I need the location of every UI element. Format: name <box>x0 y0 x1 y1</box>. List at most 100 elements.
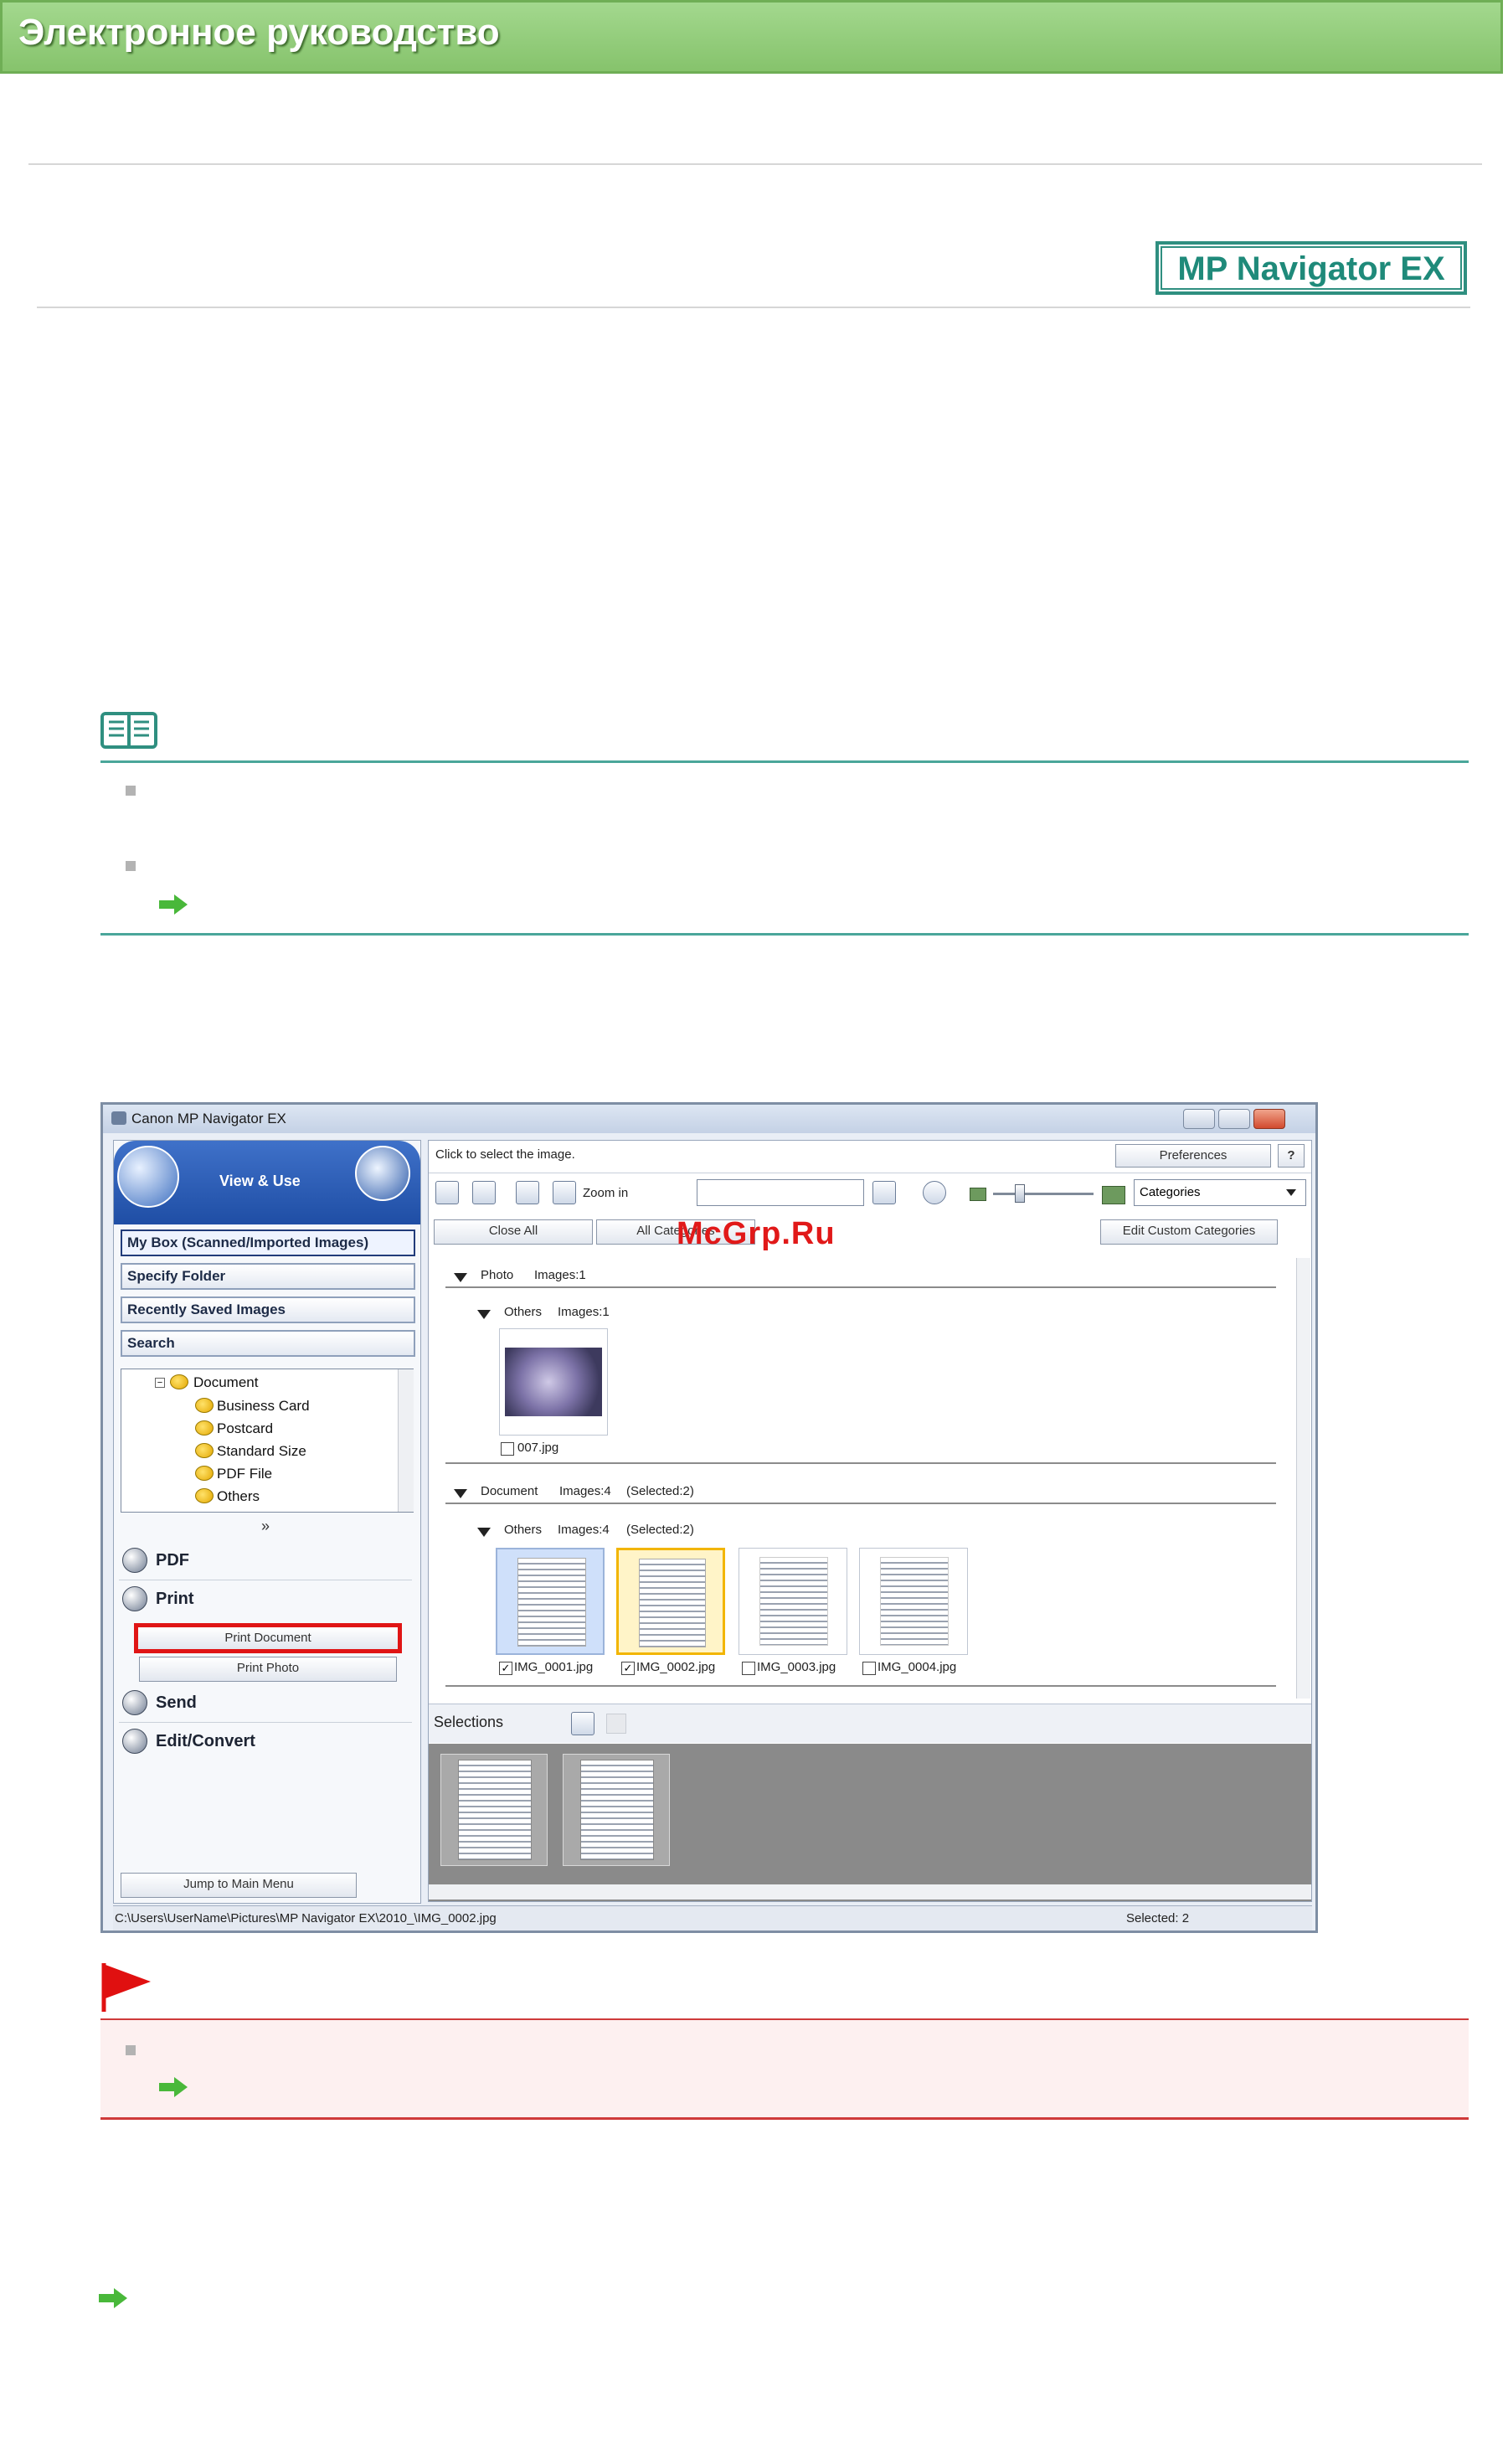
tree-item-postcard[interactable]: Postcard <box>217 1420 273 1437</box>
zoom-in-label[interactable]: Zoom in <box>583 1186 628 1200</box>
tree-item-pdf-file[interactable]: PDF File <box>217 1466 272 1482</box>
print-photo-button[interactable]: Print Photo <box>139 1657 397 1682</box>
document-thumbnail-3[interactable] <box>739 1548 847 1655</box>
collapse-icon[interactable]: − <box>155 1378 165 1388</box>
preferences-label: Preferences <box>1159 1148 1228 1162</box>
menu-pdf[interactable]: PDF <box>156 1551 189 1570</box>
subgroup-others-count: Images:1 <box>558 1305 610 1319</box>
subgroup-others-label: Others <box>504 1523 543 1537</box>
tab-my-box[interactable]: My Box (Scanned/Imported Images) <box>121 1229 415 1256</box>
bullet-icon <box>126 786 136 796</box>
divider <box>28 163 1482 165</box>
collapse-triangle-icon[interactable] <box>454 1273 467 1282</box>
size-slider-handle[interactable] <box>1015 1184 1025 1203</box>
subgroup-others-label: Others <box>504 1305 543 1319</box>
selections-tray <box>429 1744 1311 1901</box>
minimize-button[interactable] <box>1183 1109 1215 1129</box>
document-thumbnail-4[interactable] <box>859 1548 968 1655</box>
collapse-triangle-icon[interactable] <box>454 1489 467 1498</box>
grid-view-icon[interactable] <box>571 1712 594 1735</box>
collapse-triangle-icon[interactable] <box>477 1528 491 1537</box>
thumbnails-scrollbar[interactable] <box>1296 1258 1310 1699</box>
jump-to-main-menu-button[interactable]: Jump to Main Menu <box>121 1873 357 1898</box>
bullet-icon <box>126 861 136 871</box>
selected-thumbnail-1[interactable] <box>440 1754 548 1866</box>
caution-bottom-line <box>100 2117 1469 2120</box>
arrow-right-icon[interactable] <box>99 2288 129 2308</box>
menu-print[interactable]: Print <box>156 1590 194 1609</box>
document-thumbnail-1[interactable] <box>496 1548 605 1655</box>
print-document-button[interactable]: Print Document <box>134 1623 402 1653</box>
tab-specify-folder[interactable]: Specify Folder <box>121 1263 415 1290</box>
refresh-icon[interactable] <box>923 1181 946 1204</box>
close-button[interactable] <box>1253 1109 1285 1129</box>
photo-filename: 007.jpg <box>517 1441 559 1455</box>
divider <box>37 307 1470 308</box>
document-checkbox-1[interactable]: ✓ <box>499 1662 512 1675</box>
document-filename-1: IMG_0001.jpg <box>514 1660 594 1674</box>
bullet-icon <box>126 2045 136 2055</box>
collapse-triangle-icon[interactable] <box>477 1310 491 1319</box>
arrow-right-icon[interactable] <box>159 894 189 915</box>
search-icon[interactable] <box>872 1181 896 1204</box>
single-view-icon[interactable] <box>606 1714 626 1734</box>
menu-send[interactable]: Send <box>156 1693 197 1713</box>
tree-item-standard-size[interactable]: Standard Size <box>217 1443 306 1460</box>
status-path: C:\Users\UserName\Pictures\MP Navigator … <box>115 1911 497 1925</box>
photo-thumbnail[interactable] <box>499 1328 608 1436</box>
document-filename-3: IMG_0003.jpg <box>757 1660 836 1674</box>
categories-select[interactable]: Categories <box>1134 1179 1306 1206</box>
divider <box>445 1462 1276 1464</box>
document-checkbox-4[interactable] <box>862 1662 876 1675</box>
photo-checkbox[interactable] <box>501 1442 514 1456</box>
grid-view-icon[interactable] <box>472 1181 496 1204</box>
zoom-in-icon[interactable] <box>553 1181 576 1204</box>
edit-custom-categories-button[interactable]: Edit Custom Categories <box>1100 1219 1278 1245</box>
mode-label: View & Use <box>219 1173 301 1189</box>
close-all-button[interactable]: Close All <box>434 1219 593 1245</box>
divider <box>445 1286 1276 1288</box>
note-bottom-line <box>100 933 1469 936</box>
document-checkbox-2[interactable]: ✓ <box>621 1662 635 1675</box>
scanner-icon <box>117 1146 179 1208</box>
product-badge-label: MP Navigator EX <box>1161 246 1462 290</box>
arrow-right-icon[interactable] <box>159 2077 189 2097</box>
expand-chevron-icon[interactable]: » <box>261 1518 270 1535</box>
hint-text: Click to select the image. <box>435 1147 575 1162</box>
tray-scrollbar[interactable] <box>429 1884 1311 1900</box>
selected-thumbnail-2[interactable] <box>563 1754 670 1866</box>
edit-icon <box>122 1729 147 1754</box>
tab-recently-saved[interactable]: Recently Saved Images <box>121 1296 415 1323</box>
document-page-preview <box>639 1559 706 1647</box>
menu-edit-convert[interactable]: Edit/Convert <box>156 1732 255 1751</box>
help-button[interactable]: ? <box>1278 1144 1305 1168</box>
caution-flag-icon <box>101 1963 151 2012</box>
selections-bar <box>429 1704 1311 1743</box>
thumbnail-view-icon[interactable] <box>435 1181 459 1204</box>
document-checkbox-3[interactable] <box>742 1662 755 1675</box>
maximize-button[interactable] <box>1218 1109 1250 1129</box>
document-page-preview <box>759 1557 828 1646</box>
size-slider-track[interactable] <box>993 1193 1094 1195</box>
document-page-preview <box>880 1557 949 1646</box>
tab-search[interactable]: Search <box>121 1330 415 1357</box>
status-selected: Selected: 2 <box>1126 1911 1190 1925</box>
subgroup-others-selected: (Selected:2) <box>626 1523 694 1537</box>
divider <box>119 1722 412 1723</box>
document-page-preview <box>458 1760 532 1860</box>
tree-item-document[interactable]: Document <box>193 1374 258 1391</box>
divider <box>445 1503 1276 1504</box>
app-icon <box>111 1111 126 1125</box>
chevron-down-icon[interactable] <box>1286 1189 1296 1196</box>
edit-tool-icon[interactable] <box>516 1181 539 1204</box>
send-icon <box>122 1690 147 1715</box>
folder-icon <box>195 1420 214 1436</box>
category-tree[interactable]: − Document Business Card Postcard Standa… <box>121 1369 414 1513</box>
document-thumbnail-2[interactable] <box>616 1548 725 1655</box>
search-input[interactable] <box>697 1179 864 1206</box>
group-document-selected: (Selected:2) <box>626 1484 694 1498</box>
tree-scrollbar[interactable] <box>398 1369 414 1512</box>
tree-item-others[interactable]: Others <box>217 1488 260 1505</box>
tree-item-business-card[interactable]: Business Card <box>217 1398 310 1415</box>
preferences-button[interactable]: Preferences <box>1115 1144 1271 1168</box>
